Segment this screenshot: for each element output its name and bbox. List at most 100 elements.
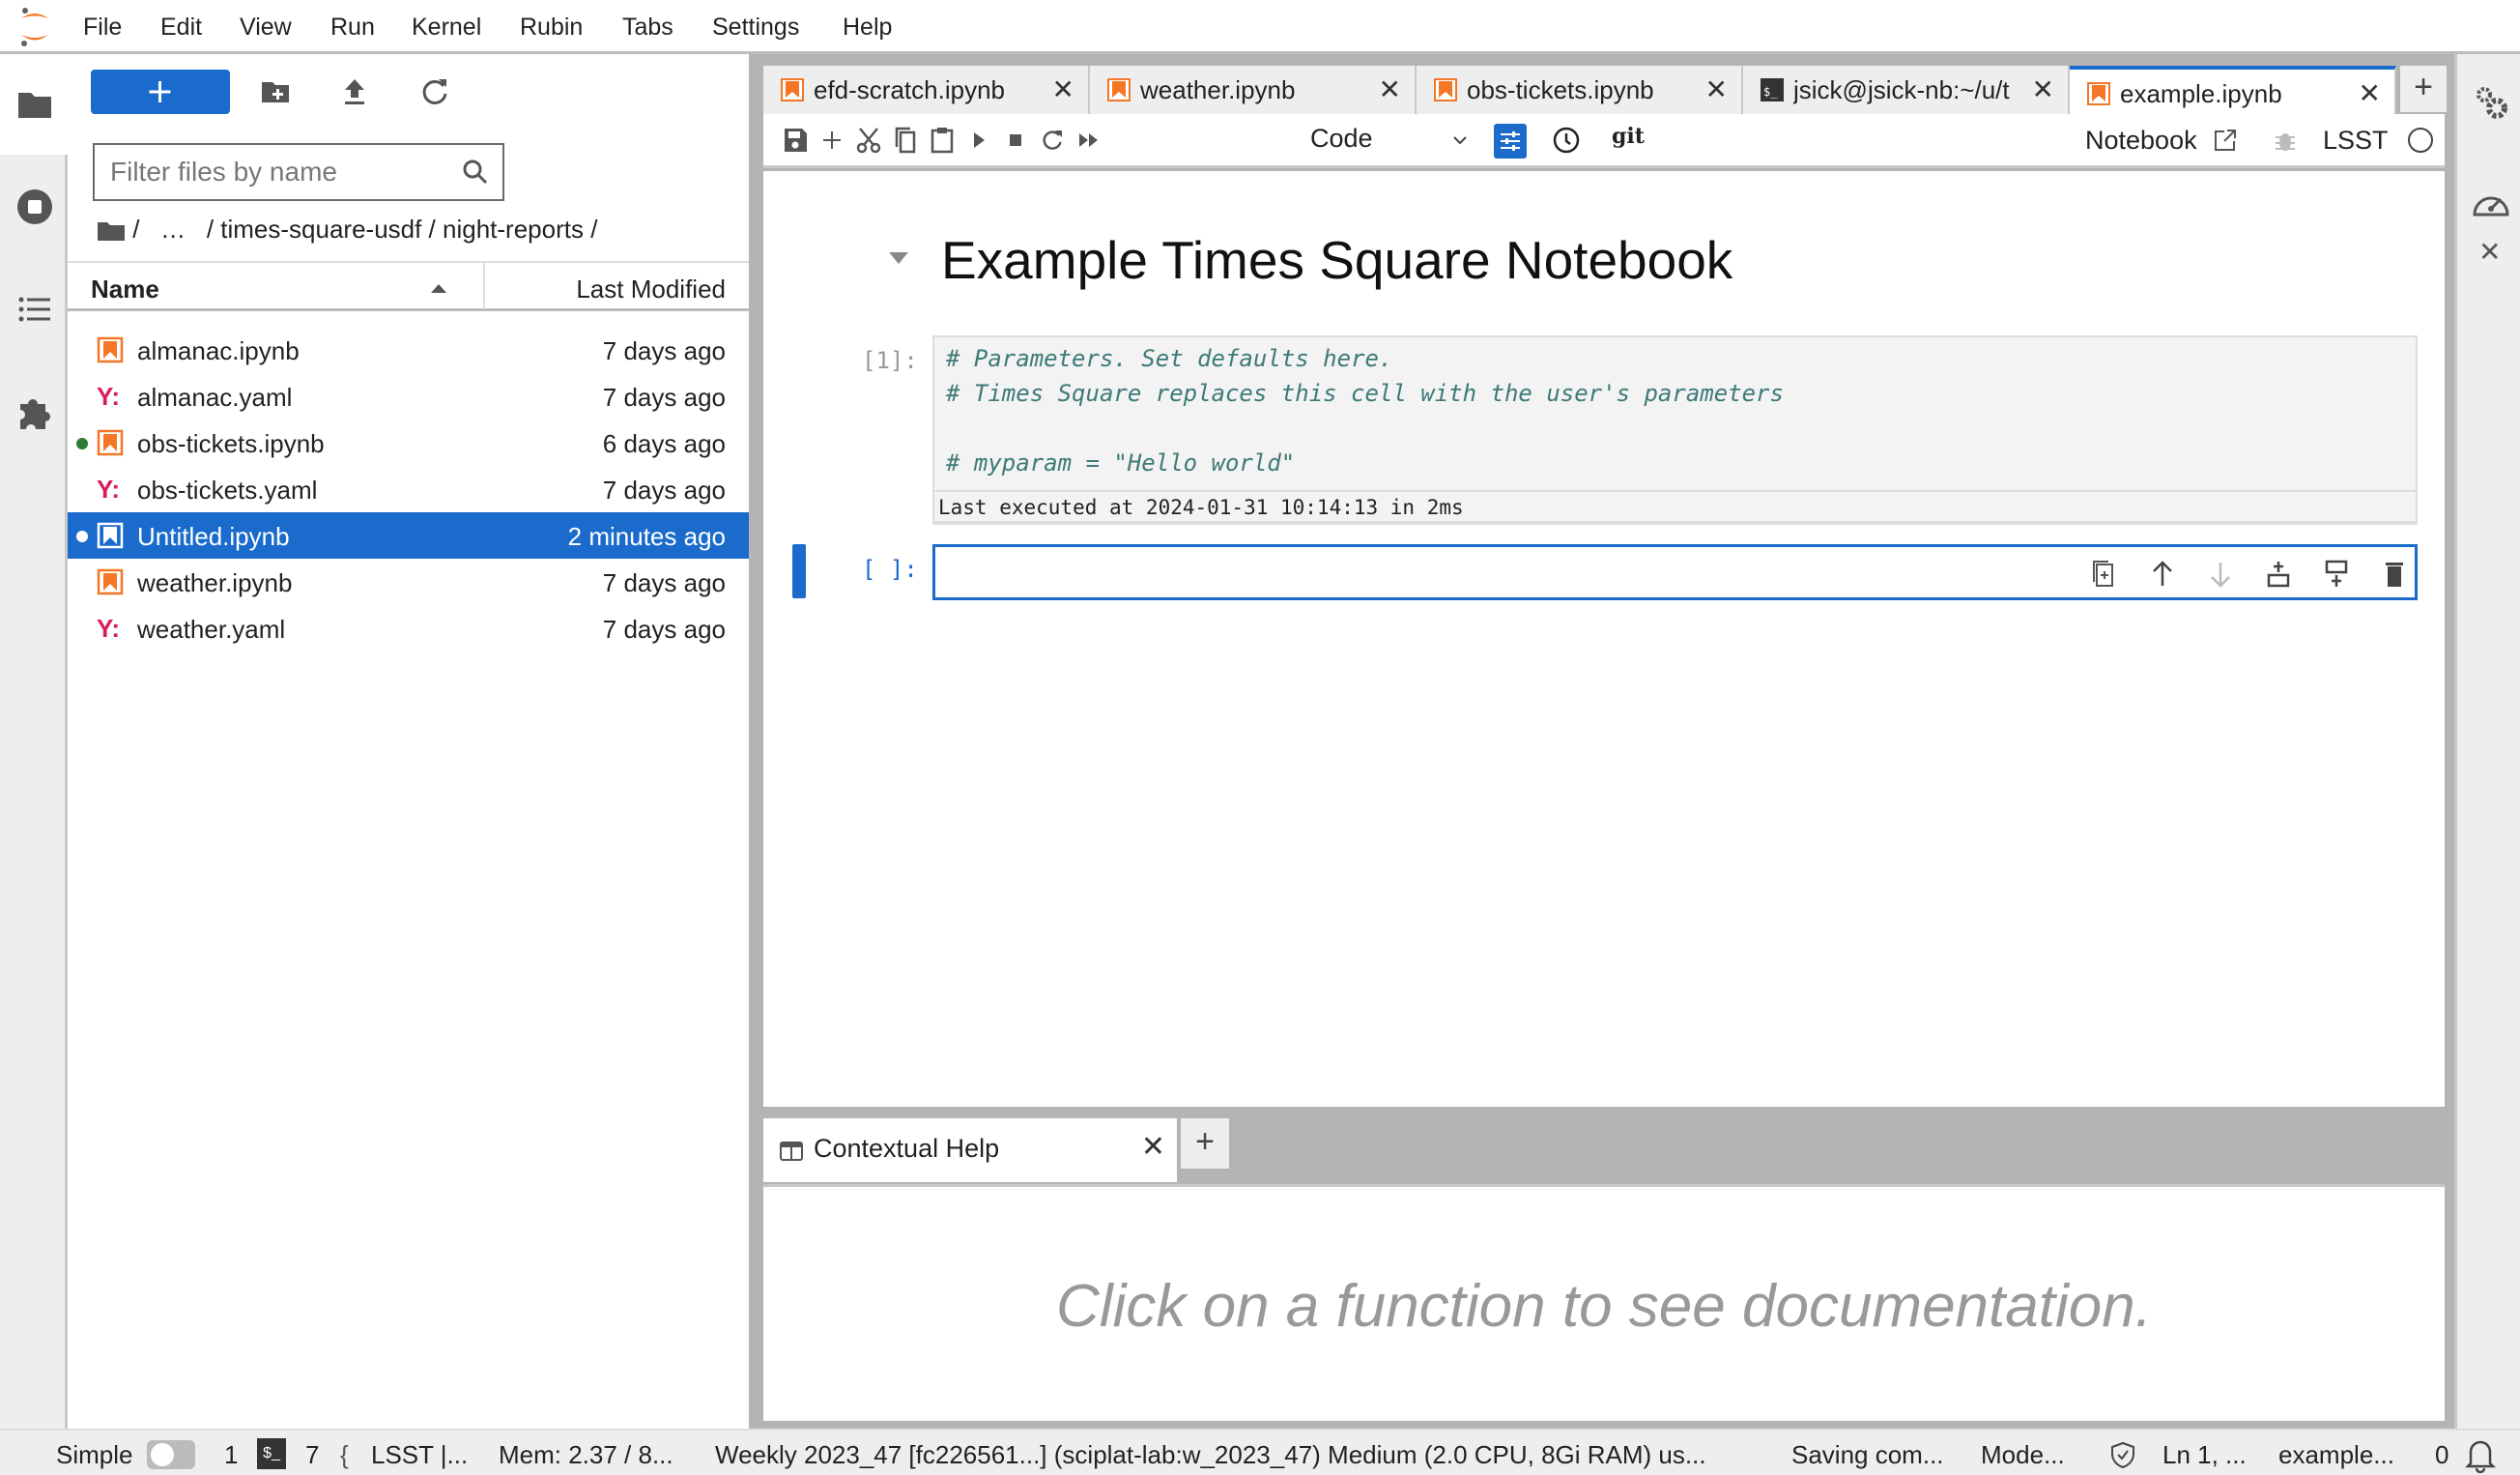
running-terminals-count[interactable]: 7 [305,1440,319,1470]
debugger-bug-icon[interactable] [2271,126,2300,155]
execution-time-clock-icon[interactable] [1552,126,1581,155]
tab-document[interactable]: obs-tickets.ipynb ✕ [1417,66,1743,114]
close-icon[interactable]: ✕ [1705,73,1728,105]
kernel-name-button[interactable]: LSST [2323,126,2389,156]
property-inspector-gears-icon[interactable] [2473,83,2511,122]
filter-files-input[interactable] [95,145,443,199]
restart-run-all-icon[interactable] [1074,126,1103,155]
file-name: weather.ipynb [137,568,293,597]
file-name: almanac.ipynb [137,336,300,365]
tab-document[interactable]: weather.ipynb ✕ [1090,66,1417,114]
menu-run[interactable]: Run [330,14,375,42]
current-file: example... [2278,1440,2394,1469]
filter-files-input-container [93,143,504,201]
insert-cell-icon[interactable] [817,126,846,155]
close-icon[interactable]: ✕ [2478,236,2501,268]
simple-mode-toggle[interactable] [147,1440,195,1469]
active-cell-marker[interactable] [792,544,806,598]
menu-settings[interactable]: Settings [712,14,799,42]
right-activity-bar: ✕ [2454,54,2520,1429]
folder-icon [15,85,54,124]
close-icon[interactable]: ✕ [2359,77,2381,109]
file-modified: 7 days ago [602,383,726,412]
extensions-icon[interactable] [15,392,54,431]
code-cell-empty[interactable] [932,544,2418,600]
new-folder-icon[interactable] [259,75,292,108]
sidebar-tab-file-browser[interactable] [0,54,68,155]
close-icon[interactable]: ✕ [1052,73,1074,105]
notebook-icon [781,78,804,101]
open-in-notebook-button[interactable]: Notebook [2085,126,2197,156]
upload-icon[interactable] [338,75,371,108]
saving-status: Saving com... [1791,1440,1944,1469]
paste-icon[interactable] [928,126,957,155]
simple-mode-label: Simple [56,1440,133,1469]
insert-cell-below-icon[interactable] [2321,559,2352,590]
editor-mode[interactable]: Mode... [1981,1440,2065,1470]
running-kernels-count[interactable]: 1 [224,1440,238,1470]
menu-kernel[interactable]: Kernel [412,14,481,42]
new-launcher-button[interactable] [91,70,230,114]
column-header-name[interactable]: Name [91,275,159,304]
file-list-item[interactable]: almanac.ipynb 7 days ago [68,327,749,373]
menu-file[interactable]: File [83,14,122,42]
collapse-heading-icon[interactable] [889,252,908,264]
run-icon[interactable] [964,126,993,155]
menu-view[interactable]: View [240,14,292,42]
external-link-icon[interactable] [2211,126,2240,155]
kernel-status[interactable]: LSST |... [371,1440,468,1470]
notebook-icon [1107,78,1131,101]
notification-bell-icon[interactable] [2464,1436,2497,1473]
close-icon[interactable]: ✕ [1379,73,1401,105]
cursor-position[interactable]: Ln 1, ... [2162,1440,2247,1470]
resource-usage-gauge-icon[interactable] [2471,186,2511,222]
column-header-last-modified[interactable]: Last Modified [576,275,726,304]
tab-document[interactable]: $_ jsick@jsick-nb:~/u/t ✕ [1743,66,2070,114]
code-line: # myparam = "Hello world" [946,449,1296,477]
save-icon[interactable] [781,126,810,155]
running-sessions-icon[interactable] [15,188,54,226]
menu-rubin[interactable]: Rubin [520,14,583,42]
contextual-help-panel: Click on a function to see documentation… [763,1184,2445,1421]
cell-type-select[interactable]: Code [1310,124,1475,159]
tab-label: weather.ipynb [1140,75,1296,104]
table-of-contents-icon[interactable] [15,290,54,329]
add-panel-tab-button[interactable]: + [1181,1118,1229,1169]
close-icon[interactable]: ✕ [1141,1130,1165,1164]
insert-cell-above-icon[interactable] [2263,559,2294,590]
tab-document[interactable]: efd-scratch.ipynb ✕ [763,66,1090,114]
refresh-icon[interactable] [418,75,451,108]
cut-icon[interactable] [854,126,883,155]
folder-home-icon[interactable] [97,218,126,244]
new-tab-button[interactable]: + [2400,66,2447,112]
contextual-help-message: Click on a function to see documentation… [1056,1273,2152,1340]
delete-cell-icon[interactable] [2379,559,2410,590]
move-cell-down-icon[interactable] [2205,559,2236,590]
menu-help[interactable]: Help [843,14,892,42]
close-icon[interactable]: ✕ [2032,73,2054,105]
file-list-item[interactable]: Untitled.ipynb 2 minutes ago [68,512,749,559]
breadcrumb-path[interactable]: / times-square-usdf / night-reports / [207,215,598,244]
menu-tabs[interactable]: Tabs [622,14,673,42]
file-list-item[interactable]: Y: almanac.yaml 7 days ago [68,373,749,419]
file-list-item[interactable]: Y: obs-tickets.yaml 7 days ago [68,466,749,512]
copy-icon[interactable] [891,126,920,155]
menu-edit[interactable]: Edit [160,14,202,42]
duplicate-cell-icon[interactable] [2089,559,2120,590]
left-activity-bar [0,54,68,1429]
move-cell-up-icon[interactable] [2147,559,2178,590]
interrupt-kernel-icon[interactable] [1001,126,1030,155]
breadcrumb-root[interactable]: / [132,215,139,244]
tab-contextual-help[interactable]: Contextual Help ✕ [763,1118,1177,1182]
tab-document[interactable]: example.ipynb ✕ [2070,66,2396,114]
bottom-panel-tab-bar: Contextual Help ✕ + [763,1118,2445,1186]
file-list-item[interactable]: weather.ipynb 7 days ago [68,559,749,605]
breadcrumb-ellipsis[interactable]: … [160,215,186,244]
git-button[interactable]: git [1612,124,1645,149]
property-inspector-icon[interactable] [1494,124,1527,159]
restart-kernel-icon[interactable] [1038,126,1067,155]
file-name: obs-tickets.ipynb [137,429,325,458]
file-browser: / … / times-square-usdf / night-reports … [68,54,749,1429]
file-list-item[interactable]: Y: weather.yaml 7 days ago [68,605,749,651]
file-list-item[interactable]: obs-tickets.ipynb 6 days ago [68,419,749,466]
